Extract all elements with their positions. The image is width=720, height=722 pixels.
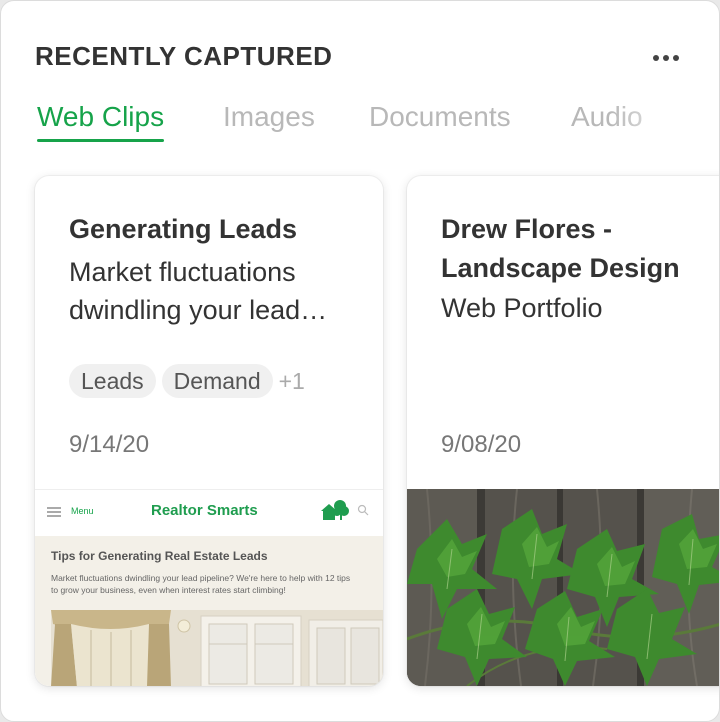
tag-chip-demand[interactable]: Demand bbox=[161, 364, 273, 398]
more-tags-count[interactable]: +1 bbox=[279, 368, 305, 395]
preview-body-text: Market fluctuations dwindling your lead … bbox=[51, 573, 351, 595]
card-title: Drew Flores - Landscape Design bbox=[441, 214, 680, 283]
web-clip-preview: Menu Realtor Smarts Tips for Generating … bbox=[35, 489, 383, 686]
card-title: Generating Leads bbox=[69, 214, 298, 244]
tab-web-clips[interactable]: Web Clips bbox=[37, 101, 165, 142]
card-date: 9/08/20 bbox=[441, 431, 522, 458]
tab-images[interactable]: Images bbox=[223, 101, 315, 133]
card-tags: Leads Demand +1 bbox=[69, 364, 305, 398]
hamburger-menu-icon bbox=[47, 507, 61, 517]
preview-menu-label: Menu bbox=[71, 506, 94, 516]
tab-audio[interactable]: Audio bbox=[571, 101, 643, 133]
tab-documents[interactable]: Documents bbox=[369, 101, 511, 133]
card-snippet: Web Portfolio bbox=[441, 293, 603, 323]
interior-room-photo bbox=[51, 610, 383, 686]
ivy-leaves-on-wood-photo bbox=[407, 489, 719, 686]
preview-site-header: Menu Realtor Smarts bbox=[35, 490, 383, 536]
house-tree-logo-icon bbox=[321, 500, 349, 520]
note-card-drew-flores[interactable]: Drew Flores - Landscape Design Web Portf… bbox=[407, 176, 719, 686]
preview-article: Tips for Generating Real Estate Leads Ma… bbox=[35, 536, 383, 686]
recently-captured-widget: RECENTLY CAPTURED Web Clips Images Docum… bbox=[0, 0, 720, 722]
ellipsis-horizontal-icon bbox=[651, 55, 681, 61]
card-date: 9/14/20 bbox=[69, 431, 150, 458]
preview-brand-name: Realtor Smarts bbox=[151, 502, 258, 519]
widget-title: RECENTLY CAPTURED bbox=[35, 41, 333, 71]
more-options-button[interactable] bbox=[649, 41, 683, 75]
preview-headline: Tips for Generating Real Estate Leads bbox=[51, 549, 268, 563]
card-snippet: Market fluctuations dwindling your lead… bbox=[69, 257, 328, 325]
tab-bar: Web Clips Images Documents Audio bbox=[1, 101, 719, 147]
note-card-generating-leads[interactable]: Generating Leads Market fluctuations dwi… bbox=[35, 176, 383, 686]
tag-chip-leads[interactable]: Leads bbox=[69, 364, 156, 398]
search-icon bbox=[357, 504, 369, 516]
